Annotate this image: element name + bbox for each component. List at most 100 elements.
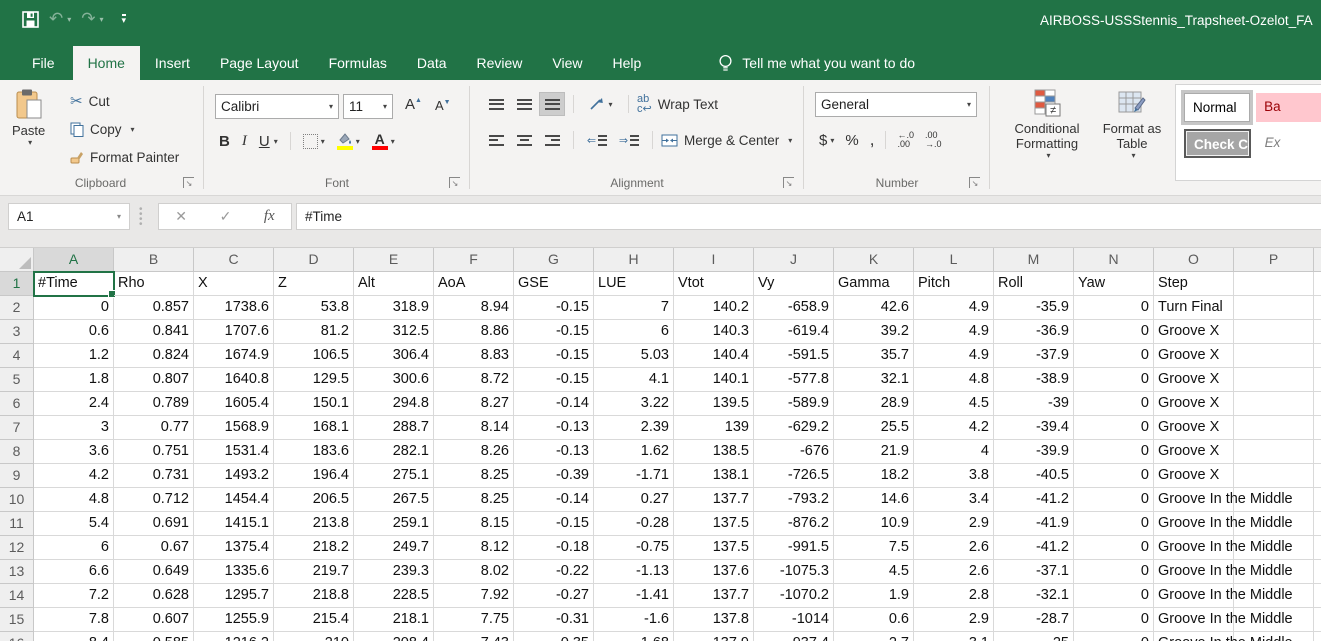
cell-K1[interactable]: Gamma	[834, 272, 914, 296]
wrap-text-button[interactable]: abc↩ Wrap Text	[637, 92, 718, 116]
cell-F16[interactable]: 7.43	[434, 632, 514, 641]
tab-review[interactable]: Review	[462, 46, 538, 80]
cell-D15[interactable]: 215.4	[274, 608, 354, 632]
cell-A5[interactable]: 1.8	[34, 368, 114, 392]
cell-L9[interactable]: 3.8	[914, 464, 994, 488]
decrease-decimal-button[interactable]: .00→.0	[925, 131, 942, 149]
align-top-icon[interactable]	[483, 92, 509, 116]
cell-C7[interactable]: 1568.9	[194, 416, 274, 440]
cell-P12[interactable]	[1234, 536, 1314, 560]
cell-E13[interactable]: 239.3	[354, 560, 434, 584]
borders-button[interactable]: ▾	[303, 134, 325, 149]
bold-button[interactable]: B	[219, 133, 230, 150]
copy-button[interactable]: Copy ▾	[70, 117, 179, 141]
cell-A15[interactable]: 7.8	[34, 608, 114, 632]
row-header-10[interactable]: 10	[0, 488, 34, 512]
font-color-button[interactable]: A ▾	[372, 133, 395, 150]
cell-J10[interactable]: -793.2	[754, 488, 834, 512]
row-header-5[interactable]: 5	[0, 368, 34, 392]
cell-A10[interactable]: 4.8	[34, 488, 114, 512]
cell-M1[interactable]: Roll	[994, 272, 1074, 296]
cell-E15[interactable]: 218.1	[354, 608, 434, 632]
cell-F10[interactable]: 8.25	[434, 488, 514, 512]
cell-F3[interactable]: 8.86	[434, 320, 514, 344]
cell-K15[interactable]: 0.6	[834, 608, 914, 632]
cell-M11[interactable]: -41.9	[994, 512, 1074, 536]
cell-L13[interactable]: 2.6	[914, 560, 994, 584]
cell-A7[interactable]: 3	[34, 416, 114, 440]
cell-G15[interactable]: -0.31	[514, 608, 594, 632]
cell-I15[interactable]: 137.8	[674, 608, 754, 632]
row-header-13[interactable]: 13	[0, 560, 34, 584]
cell-L6[interactable]: 4.5	[914, 392, 994, 416]
cell-M15[interactable]: -28.7	[994, 608, 1074, 632]
cell-P16[interactable]	[1234, 632, 1314, 641]
cell-O6[interactable]: Groove X	[1154, 392, 1234, 416]
cell-L4[interactable]: 4.9	[914, 344, 994, 368]
cell-J3[interactable]: -619.4	[754, 320, 834, 344]
number-format-combo[interactable]: General ▾	[815, 92, 977, 117]
column-header-E[interactable]: E	[354, 248, 434, 272]
cell-O12[interactable]: Groove In the Middle	[1154, 536, 1234, 560]
orientation-button[interactable]: ▾	[582, 92, 620, 116]
cell-O9[interactable]: Groove X	[1154, 464, 1234, 488]
cell-C12[interactable]: 1375.4	[194, 536, 274, 560]
cell-A9[interactable]: 4.2	[34, 464, 114, 488]
column-header-F[interactable]: F	[434, 248, 514, 272]
cell-B8[interactable]: 0.751	[114, 440, 194, 464]
cell-E9[interactable]: 275.1	[354, 464, 434, 488]
cell-N8[interactable]: 0	[1074, 440, 1154, 464]
cell-M12[interactable]: -41.2	[994, 536, 1074, 560]
cell-C11[interactable]: 1415.1	[194, 512, 274, 536]
cell-M8[interactable]: -39.9	[994, 440, 1074, 464]
cell-E8[interactable]: 282.1	[354, 440, 434, 464]
cell-J8[interactable]: -676	[754, 440, 834, 464]
cell-F4[interactable]: 8.83	[434, 344, 514, 368]
cell-G4[interactable]: -0.15	[514, 344, 594, 368]
column-header-J[interactable]: J	[754, 248, 834, 272]
cell-D6[interactable]: 150.1	[274, 392, 354, 416]
formula-bar-resize-handle[interactable]: ••••	[139, 207, 143, 227]
cell-N1[interactable]: Yaw	[1074, 272, 1154, 296]
cell-K3[interactable]: 39.2	[834, 320, 914, 344]
cell-O2[interactable]: Turn Final	[1154, 296, 1234, 320]
cell-G8[interactable]: -0.13	[514, 440, 594, 464]
cell-M4[interactable]: -37.9	[994, 344, 1074, 368]
row-header-6[interactable]: 6	[0, 392, 34, 416]
cell-K8[interactable]: 21.9	[834, 440, 914, 464]
redo-icon[interactable]: ↷	[81, 8, 95, 30]
cell-A14[interactable]: 7.2	[34, 584, 114, 608]
formula-input[interactable]: #Time	[296, 203, 1321, 230]
row-header-11[interactable]: 11	[0, 512, 34, 536]
cell-H3[interactable]: 6	[594, 320, 674, 344]
cell-J14[interactable]: -1070.2	[754, 584, 834, 608]
cell-D8[interactable]: 183.6	[274, 440, 354, 464]
cell-I12[interactable]: 137.5	[674, 536, 754, 560]
cell-O8[interactable]: Groove X	[1154, 440, 1234, 464]
cell-N4[interactable]: 0	[1074, 344, 1154, 368]
cell-N11[interactable]: 0	[1074, 512, 1154, 536]
column-header-A[interactable]: A	[34, 248, 114, 272]
cell-L11[interactable]: 2.9	[914, 512, 994, 536]
cell-E4[interactable]: 306.4	[354, 344, 434, 368]
cell-O3[interactable]: Groove X	[1154, 320, 1234, 344]
row-header-15[interactable]: 15	[0, 608, 34, 632]
cell-C3[interactable]: 1707.6	[194, 320, 274, 344]
cell-K11[interactable]: 10.9	[834, 512, 914, 536]
cell-I8[interactable]: 138.5	[674, 440, 754, 464]
row-header-3[interactable]: 3	[0, 320, 34, 344]
style-bad[interactable]: Ba	[1256, 93, 1321, 122]
format-painter-button[interactable]: Format Painter	[70, 145, 179, 169]
cell-H5[interactable]: 4.1	[594, 368, 674, 392]
cell-K6[interactable]: 28.9	[834, 392, 914, 416]
cell-J15[interactable]: -1014	[754, 608, 834, 632]
cell-P2[interactable]	[1234, 296, 1314, 320]
merge-center-button[interactable]: Merge & Center ▾	[661, 128, 792, 152]
cell-D1[interactable]: Z	[274, 272, 354, 296]
cell-K16[interactable]: 2.7	[834, 632, 914, 641]
cell-B16[interactable]: 0.585	[114, 632, 194, 641]
cell-M7[interactable]: -39.4	[994, 416, 1074, 440]
cell-J5[interactable]: -577.8	[754, 368, 834, 392]
grow-font-button[interactable]: A▲	[405, 96, 422, 113]
cell-I2[interactable]: 140.2	[674, 296, 754, 320]
